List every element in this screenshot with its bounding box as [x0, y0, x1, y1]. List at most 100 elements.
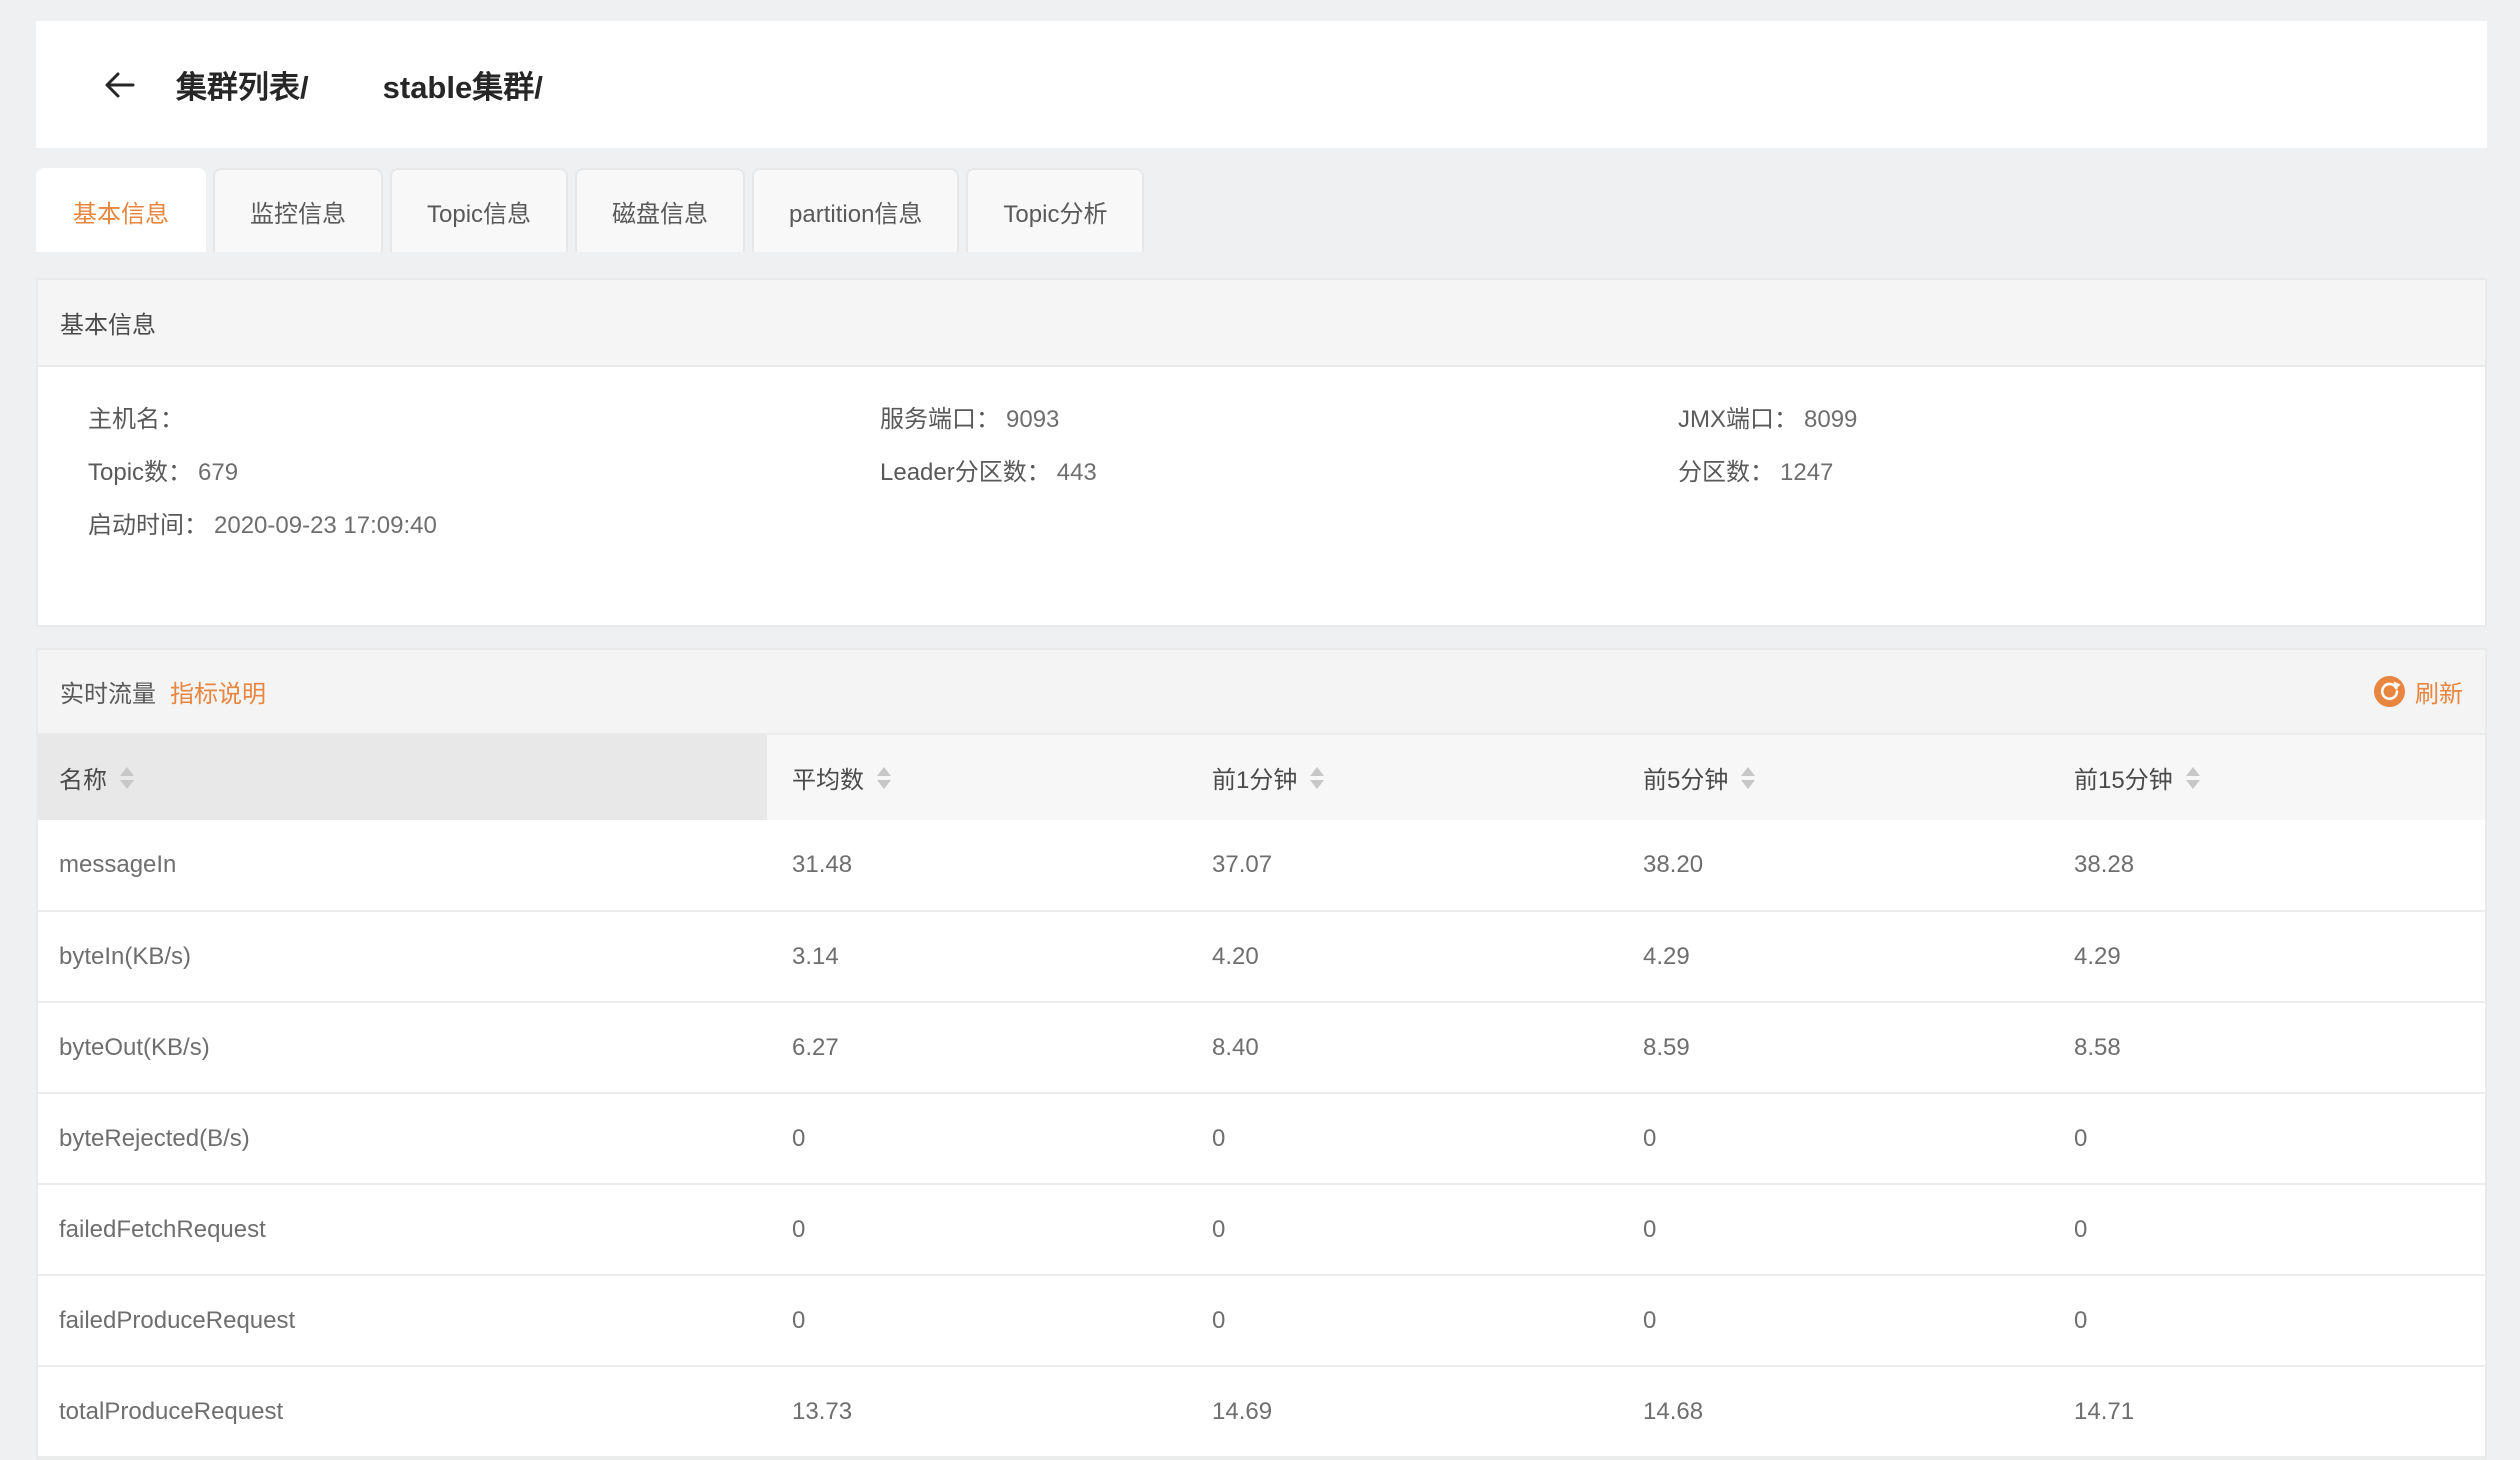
metric-5min: 14.68	[1618, 1366, 2049, 1457]
tab-label: Topic分析	[1003, 194, 1107, 229]
arrow-left-icon	[100, 65, 140, 105]
page-header: 集群列表/ stable集群/	[36, 21, 2487, 148]
table-row-byteOut: byteOut(KB/s) 6.27 8.40 8.59 8.58	[38, 1002, 2485, 1093]
metric-5min: 0	[1618, 1093, 2049, 1184]
sort-icon[interactable]	[120, 767, 134, 789]
column-header-last-5min[interactable]: 前5分钟	[1618, 735, 2049, 820]
field-partition-count: 分区数：1247	[1678, 458, 2485, 488]
metric-15min: 14.71	[2049, 1366, 2485, 1457]
metric-15min: 4.29	[2049, 911, 2485, 1002]
realtime-traffic-header: 实时流量 指标说明 刷新	[38, 650, 2485, 735]
tab-bar: 基本信息 监控信息 Topic信息 磁盘信息 partition信息 Topic…	[36, 168, 1144, 252]
tab-basic-info[interactable]: 基本信息	[36, 168, 206, 252]
tab-disk-info[interactable]: 磁盘信息	[575, 168, 745, 252]
refresh-icon	[2374, 676, 2405, 707]
table-row-byteRejected: byteRejected(B/s) 0 0 0 0	[38, 1093, 2485, 1184]
metric-5min: 0	[1618, 1184, 2049, 1275]
column-header-last-1min[interactable]: 前1分钟	[1187, 735, 1618, 820]
table-row-failedProduceRequest: failedProduceRequest 0 0 0 0	[38, 1275, 2485, 1366]
redacted-cluster-name	[309, 80, 383, 90]
field-leader-partition-count: Leader分区数：443	[880, 458, 1678, 488]
tab-topic-analysis[interactable]: Topic分析	[966, 168, 1144, 252]
metric-avg: 31.48	[767, 820, 1187, 911]
column-header-average[interactable]: 平均数	[767, 735, 1187, 820]
basic-info-title: 基本信息	[60, 305, 156, 340]
metric-1min: 14.69	[1187, 1366, 1618, 1457]
tab-label: 基本信息	[73, 194, 169, 229]
table-row-totalProduceRequest: totalProduceRequest 13.73 14.69 14.68 14…	[38, 1366, 2485, 1457]
sort-icon[interactable]	[1310, 767, 1324, 789]
metric-name: byteRejected(B/s)	[38, 1093, 767, 1184]
tab-label: Topic信息	[427, 194, 531, 229]
tab-label: partition信息	[789, 194, 922, 229]
metric-5min: 38.20	[1618, 820, 2049, 911]
field-label: Leader分区数：	[880, 459, 1051, 486]
refresh-button[interactable]: 刷新	[2374, 674, 2463, 709]
table-row-byteIn: byteIn(KB/s) 3.14 4.20 4.29 4.29	[38, 911, 2485, 1002]
metric-5min: 0	[1618, 1275, 2049, 1366]
metric-avg: 0	[767, 1093, 1187, 1184]
column-label: 前1分钟	[1212, 760, 1297, 795]
field-service-port: 服务端口：9093	[880, 405, 1678, 435]
tab-monitor-info[interactable]: 监控信息	[213, 168, 383, 252]
metric-1min: 37.07	[1187, 820, 1618, 911]
field-label: 启动时间：	[88, 512, 208, 539]
metric-5min: 8.59	[1618, 1002, 2049, 1093]
field-label: JMX端口：	[1678, 406, 1798, 433]
metric-15min: 0	[2049, 1093, 2485, 1184]
column-header-name[interactable]: 名称	[38, 735, 767, 820]
field-value: 9093	[1006, 406, 1059, 433]
column-label: 前15分钟	[2074, 760, 2173, 795]
basic-info-body: 主机名： 服务端口：9093 JMX端口：8099 Topic数：679 Lea…	[38, 367, 2485, 541]
metric-1min: 0	[1187, 1275, 1618, 1366]
metric-avg: 6.27	[767, 1002, 1187, 1093]
metric-1min: 0	[1187, 1093, 1618, 1184]
metric-description-link[interactable]: 指标说明	[170, 674, 266, 709]
field-value: 1247	[1780, 459, 1833, 486]
metric-name: failedProduceRequest	[38, 1275, 767, 1366]
realtime-traffic-panel: 实时流量 指标说明 刷新 名称 平均数	[36, 648, 2487, 1460]
metric-5min: 4.29	[1618, 911, 2049, 1002]
field-hostname: 主机名：	[88, 405, 880, 435]
field-label: 分区数：	[1678, 459, 1774, 486]
metric-1min: 0	[1187, 1184, 1618, 1275]
metric-1min: 8.40	[1187, 1002, 1618, 1093]
field-label: 服务端口：	[880, 406, 1000, 433]
metric-15min: 8.58	[2049, 1002, 2485, 1093]
tab-topic-info[interactable]: Topic信息	[390, 168, 568, 252]
metric-15min: 38.28	[2049, 820, 2485, 911]
sort-icon[interactable]	[2186, 767, 2200, 789]
sort-icon[interactable]	[877, 767, 891, 789]
field-jmx-port: JMX端口：8099	[1678, 405, 2485, 435]
metrics-table: 名称 平均数 前1分钟 前5分钟 前15分钟	[38, 735, 2485, 1458]
metric-avg: 3.14	[767, 911, 1187, 1002]
metric-15min: 0	[2049, 1184, 2485, 1275]
column-label: 前5分钟	[1643, 760, 1728, 795]
metric-name: messageIn	[38, 820, 767, 911]
metrics-table-header-row: 名称 平均数 前1分钟 前5分钟 前15分钟	[38, 735, 2485, 820]
metric-name: byteOut(KB/s)	[38, 1002, 767, 1093]
metric-name: failedFetchRequest	[38, 1184, 767, 1275]
table-row-failedFetchRequest: failedFetchRequest 0 0 0 0	[38, 1184, 2485, 1275]
field-label: 主机名：	[88, 406, 184, 433]
table-row-messageIn: messageIn 31.48 37.07 38.20 38.28	[38, 820, 2485, 911]
metric-name: totalProduceRequest	[38, 1366, 767, 1457]
field-value: 443	[1057, 459, 1097, 486]
page-title-suffix: stable集群/	[383, 62, 543, 107]
metric-1min: 4.20	[1187, 911, 1618, 1002]
tab-partition-info[interactable]: partition信息	[752, 168, 959, 252]
sort-icon[interactable]	[1741, 767, 1755, 789]
page-title-prefix: 集群列表/	[176, 62, 309, 107]
field-start-time: 启动时间：2020-09-23 17:09:40	[88, 511, 880, 541]
metric-15min: 0	[2049, 1275, 2485, 1366]
metric-name: byteIn(KB/s)	[38, 911, 767, 1002]
field-value: 2020-09-23 17:09:40	[214, 512, 437, 539]
field-topic-count: Topic数：679	[88, 458, 880, 488]
field-label: Topic数：	[88, 459, 192, 486]
back-button[interactable]	[98, 63, 142, 107]
field-value: 679	[198, 459, 238, 486]
column-header-last-15min[interactable]: 前15分钟	[2049, 735, 2485, 820]
refresh-label: 刷新	[2415, 674, 2463, 709]
tab-label: 磁盘信息	[612, 194, 708, 229]
column-label: 平均数	[792, 760, 864, 795]
